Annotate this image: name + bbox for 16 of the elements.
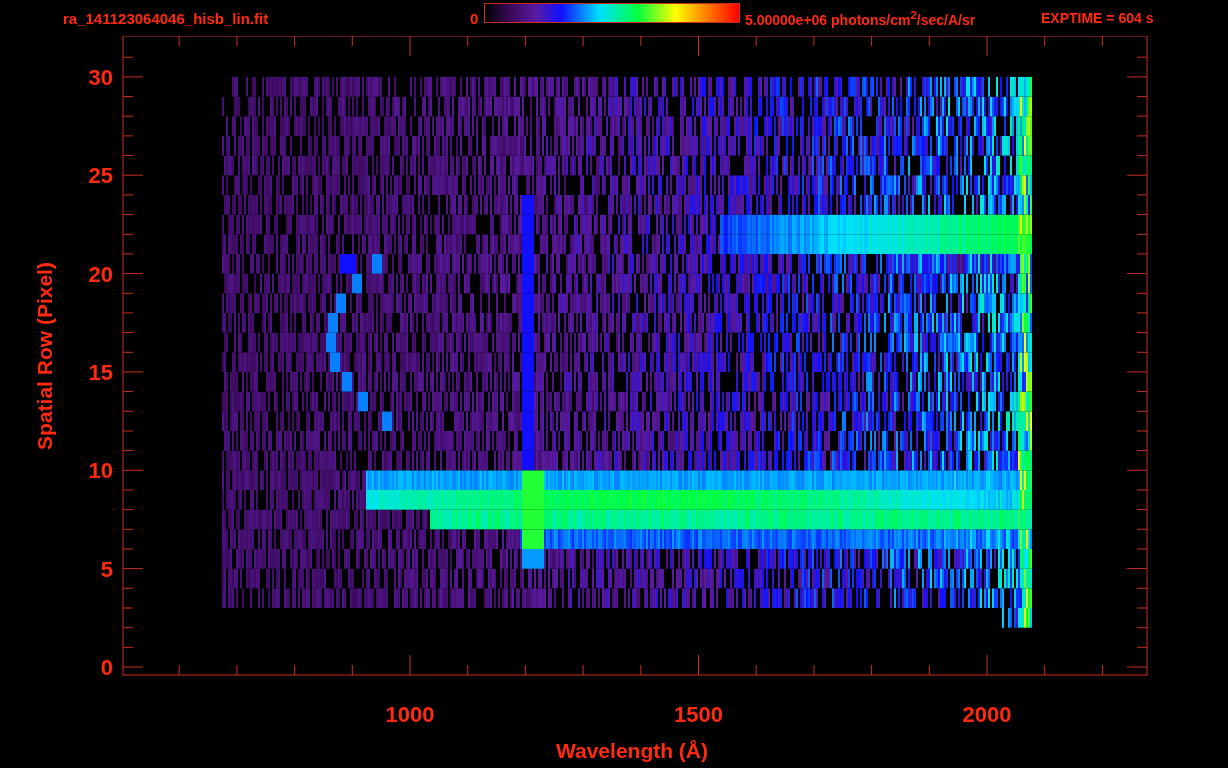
- colorbar-max-label: 5.00000e+06 photons/cm$^{2}$/sec/A/sr: [745, 8, 977, 28]
- axis-tick-label: 1000: [385, 702, 435, 727]
- axis-tick-label: 20: [88, 261, 113, 287]
- axis-tick-label: 1500: [674, 702, 723, 727]
- axis-tick-label: 5: [100, 556, 113, 582]
- colorbar-min-label: 0: [470, 9, 480, 27]
- axis-tick-label: 15: [88, 359, 113, 385]
- axis-tick-label: 25: [88, 163, 113, 189]
- axis-tick-label: 0: [100, 655, 113, 680]
- plot-title: ra_141123064046_hisb_lin.fit: [63, 9, 270, 27]
- axis-tick-label: 10: [88, 458, 113, 484]
- axis-title: Wavelength (Å): [555, 739, 709, 762]
- axis-tick-label: 30: [88, 64, 113, 90]
- axis-title: Spatial Row (Pixel): [33, 262, 56, 450]
- axis-tick-label: 2000: [962, 702, 1012, 727]
- exposure-time-label: EXPTIME = 604 s: [1041, 10, 1154, 26]
